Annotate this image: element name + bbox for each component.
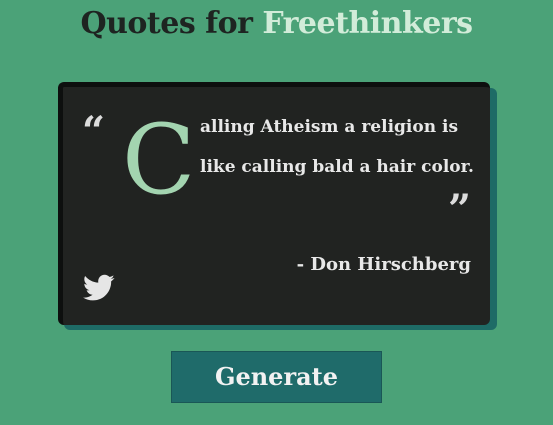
close-quote-icon: ” <box>448 186 472 233</box>
quote-author: - Don Hirschberg <box>296 254 471 275</box>
quote-text-line-1: alling Atheism a religion is <box>200 117 459 137</box>
page-title-part1: Quotes for <box>80 6 263 41</box>
twitter-icon[interactable] <box>83 274 115 302</box>
page-title: Quotes for Freethinkers <box>0 4 553 44</box>
quote-text-line-2: like calling bald a hair color. <box>200 157 474 177</box>
quote-drop-cap: C <box>122 104 196 216</box>
generate-button[interactable]: Generate <box>171 351 382 403</box>
open-quote-icon: “ <box>82 108 106 155</box>
page-title-part2: Freethinkers <box>262 6 473 41</box>
